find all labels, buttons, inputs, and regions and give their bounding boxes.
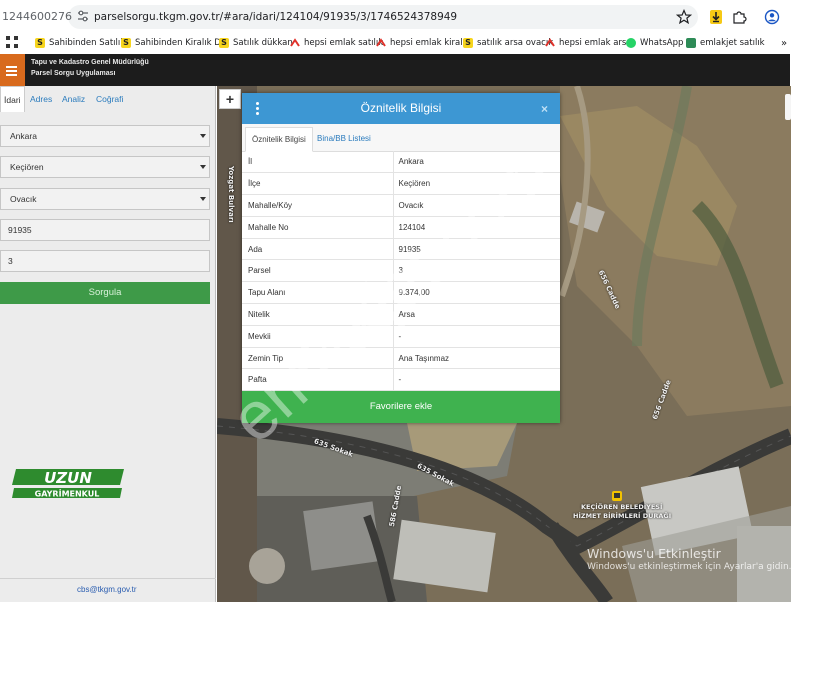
bookmark-label: hepsi emlak kiralık [390,38,470,48]
attribute-value: - [392,325,560,348]
province-select[interactable]: Ankara [0,125,210,147]
hamburger-menu-icon[interactable] [0,54,25,86]
bookmark-label: satılık arsa ovacık [477,38,554,48]
district-value: Keçiören [10,162,44,172]
query-panel: İdari Adres Analiz Coğrafi Ankara Keçiör… [0,86,216,602]
attribute-label: Mahalle/Köy [242,194,393,217]
street-label-yozgat: Yozgat Bulvarı [227,166,235,223]
sahibinden-favicon-icon: S [121,38,131,48]
chevron-down-icon [200,134,206,138]
attribute-label: İl [242,151,393,174]
footer-divider [0,578,216,579]
bookmark-emlakjet-satilik[interactable]: emlakjet satılık [686,36,765,50]
logo-text-uzun: UZUN [44,469,92,487]
bookmark-label: hepsi emlak arsa [559,38,632,48]
uzun-gayrimenkul-logo: UZUN GAYRİMENKUL [12,469,124,499]
chevron-down-icon [200,165,206,169]
poi-label-line1: KEÇİÖREN BELEDİYESİ [581,503,663,511]
bookmark-satilik-arsa-ovacik[interactable]: S satılık arsa ovacık [463,36,553,50]
app-title-line1: Tapu ve Kadastro Genel Müdürlüğü [31,59,149,66]
tab-cografi[interactable]: Coğrafi [93,86,126,112]
sahibinden-favicon-icon: S [219,38,229,48]
bookmark-label: Sahibinden Kiralık D... [135,38,229,48]
bookmark-label: WhatsApp [640,38,684,48]
attribute-value: Ana Taşınmaz [392,347,560,370]
extension-download-icon[interactable] [708,9,724,25]
windows-activation-title: Windows'u Etkinleştir [587,546,721,561]
bookmark-hepsi-emlak-arsa[interactable]: hepsi emlak arsa [545,36,632,50]
tab-analiz[interactable]: Analiz [59,86,88,112]
site-settings-icon[interactable] [76,9,90,23]
app-title-line2: Parsel Sorgu Uygulaması [31,70,116,77]
neighborhood-select[interactable]: Ovacık [0,188,210,210]
bookmark-whatsapp[interactable]: WhatsApp [626,36,683,50]
contact-email[interactable]: cbs@tkgm.gov.tr [77,585,137,594]
hepsiemlak-favicon-icon [545,38,555,47]
whatsapp-favicon-icon [626,38,636,48]
bookmark-label: Sahibinden Satılık [49,38,126,48]
bookmark-label: Satılık dükkan [233,38,293,48]
overlay-number: 1244600276 [2,10,72,23]
zoom-in-button[interactable]: + [219,89,241,109]
hepsiemlak-favicon-icon [376,38,386,47]
sahibinden-favicon-icon: S [463,38,473,48]
apps-grid-icon[interactable] [6,36,18,48]
tab-attribute-info[interactable]: Öznitelik Bilgisi [245,127,313,152]
url-text[interactable]: parselsorgu.tkgm.gov.tr/#ara/idari/12410… [94,11,457,23]
bookmarks-bar: S Sahibinden Satılık S Sahibinden Kiralı… [0,32,790,54]
app-header: Tapu ve Kadastro Genel Müdürlüğü Parsel … [0,54,790,86]
bookmark-hepsi-emlak-satilik[interactable]: hepsi emlak satılık [290,36,383,50]
attribute-label: İlçe [242,172,393,196]
bookmark-label: emlakjet satılık [700,38,765,48]
map-scrollbar[interactable] [785,94,791,120]
bookmark-sahibinden-satilik[interactable]: S Sahibinden Satılık [35,36,125,50]
profile-avatar-icon[interactable] [764,9,780,25]
query-button[interactable]: Sorgula [0,282,210,304]
tab-building-list[interactable]: Bina/BB Listesi [311,127,377,152]
bookmark-star-icon[interactable] [676,9,692,25]
more-bookmarks-chevron-icon[interactable]: » [781,36,787,50]
logo-text-gayrimenkul: GAYRİMENKUL [35,489,100,499]
poi-label-line2: HİZMET BİRİMLERİ DURAĞI [573,512,672,520]
emlakjet-favicon-icon [686,38,696,48]
neighborhood-value: Ovacık [10,194,37,204]
attribute-label: Mahalle No [242,216,393,239]
bus-stop-icon[interactable] [612,491,622,501]
bookmark-sahibinden-kiralik[interactable]: S Sahibinden Kiralık D... [121,36,229,50]
tab-idari[interactable]: İdari [0,86,25,112]
browser-address-bar: 1244600276 parselsorgu.tkgm.gov.tr/#ara/… [0,0,790,32]
attribute-value: - [392,368,560,392]
windows-activation-subtitle: Windows'u etkinleştirmek için Ayarlar'a … [587,562,792,572]
dialog-title: Öznitelik Bilgisi [360,101,442,115]
district-select[interactable]: Keçiören [0,156,210,178]
bookmark-satilik-dukkan[interactable]: S Satılık dükkan [219,36,293,50]
chevron-down-icon [200,197,206,201]
attribute-label: Ada [242,238,393,261]
sahibinden-favicon-icon: S [35,38,45,48]
extensions-puzzle-icon[interactable] [731,9,747,25]
bookmark-hepsi-emlak-kiralik[interactable]: hepsi emlak kiralık [376,36,470,50]
parcel-input[interactable]: 3 [0,250,210,272]
province-value: Ankara [10,131,37,141]
query-tabs: İdari Adres Analiz Coğrafi [0,86,216,112]
block-input[interactable]: 91935 [0,219,210,241]
tab-adres[interactable]: Adres [27,86,55,112]
hepsiemlak-favicon-icon [290,38,300,47]
bookmark-label: hepsi emlak satılık [304,38,384,48]
dialog-header[interactable]: Öznitelik Bilgisi × [242,93,560,124]
close-icon[interactable]: × [541,102,548,116]
